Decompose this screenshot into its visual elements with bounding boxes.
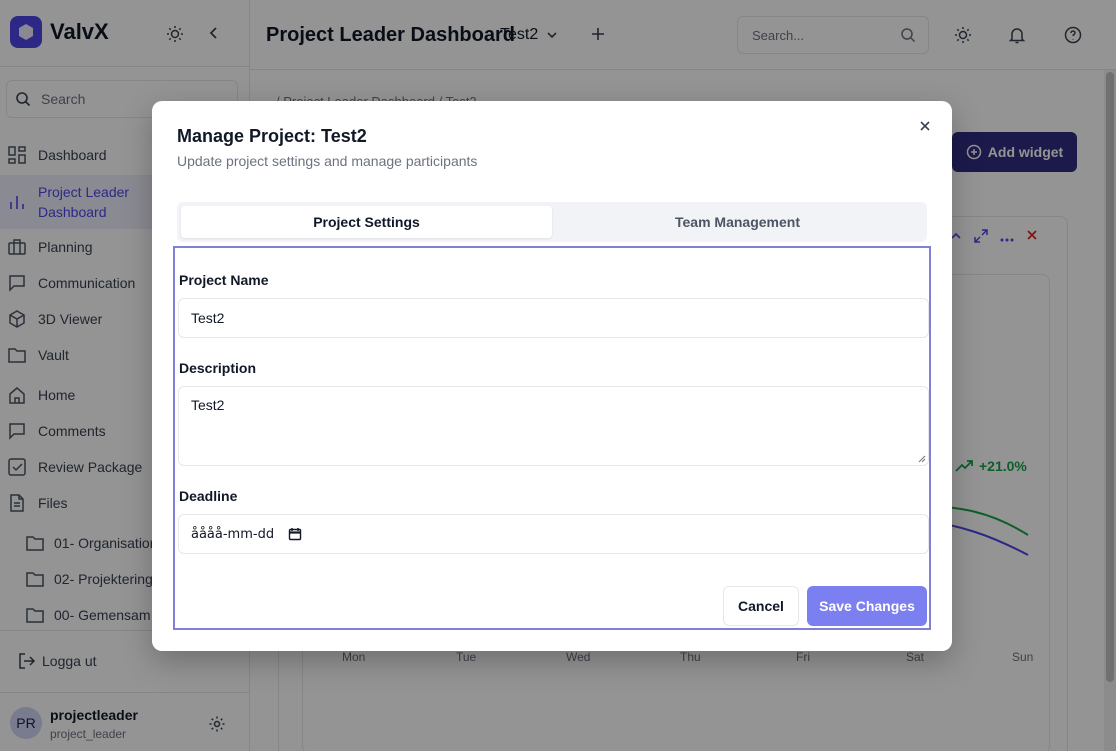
dialog-title: Manage Project: Test2 [177,126,367,146]
description-value: Test2 [191,397,225,413]
manage-project-dialog: Manage Project: Test2 Update project set… [152,101,952,651]
dialog-tabs: Project Settings Team Management [177,202,927,242]
description-label: Description [179,360,257,376]
deadline-date-input[interactable]: åååå-mm-dd [178,514,929,554]
project-settings-form: Project Name Test2 Description Test2 Dea… [173,246,931,630]
description-textarea[interactable]: Test2 [178,386,929,466]
dialog-subtitle: Update project settings and manage parti… [177,153,478,169]
close-icon[interactable] [918,119,932,138]
cancel-button[interactable]: Cancel [723,586,799,626]
tab-team-management[interactable]: Team Management [552,206,923,238]
deadline-value: åååå-mm-dd [191,526,275,542]
save-changes-button[interactable]: Save Changes [807,586,927,626]
project-name-label: Project Name [179,272,269,288]
project-name-input[interactable]: Test2 [178,298,929,338]
tab-project-settings[interactable]: Project Settings [181,206,552,238]
project-name-value: Test2 [191,310,225,326]
deadline-label: Deadline [179,488,238,504]
calendar-icon[interactable] [288,527,302,541]
resize-handle-icon[interactable] [918,455,926,463]
